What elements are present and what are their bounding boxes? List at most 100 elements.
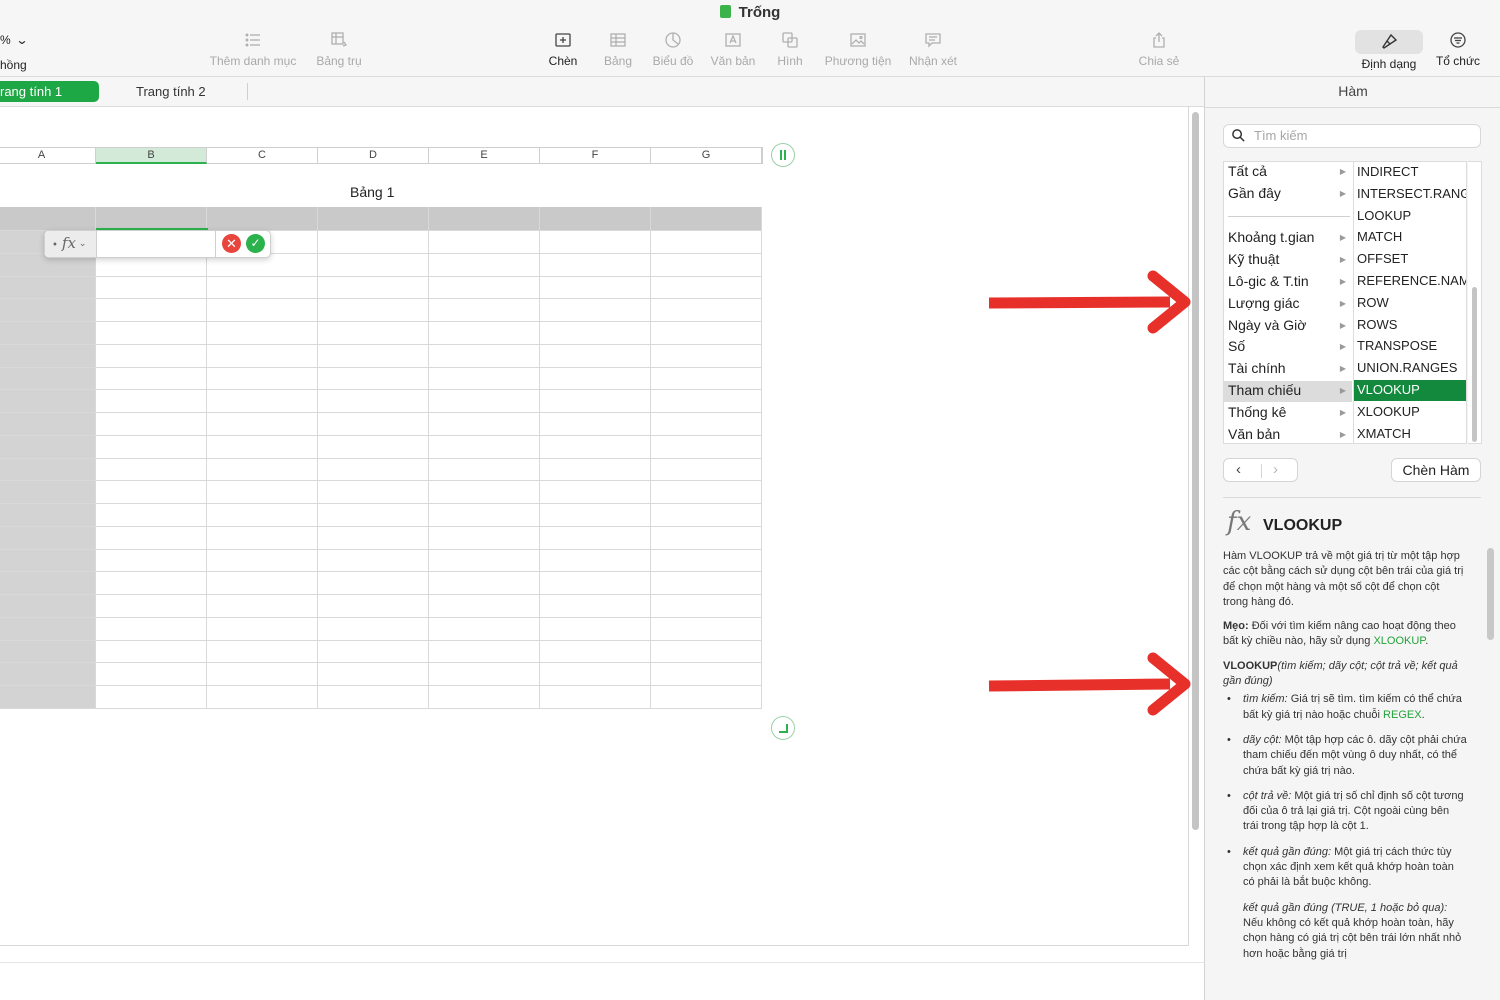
table-button[interactable]: Bảng (599, 30, 637, 68)
insert-button[interactable]: Chèn (543, 30, 583, 68)
column-header-e[interactable]: E (429, 147, 540, 164)
table-grid[interactable] (0, 207, 762, 709)
grid-line (0, 435, 762, 436)
insert-label: Chèn (548, 54, 578, 68)
chart-icon (665, 32, 681, 48)
grid-line (0, 708, 762, 709)
table-resize-handle[interactable] (771, 716, 795, 740)
column-header-g[interactable]: G (651, 147, 762, 164)
header-row[interactable] (0, 207, 762, 230)
category-item[interactable]: Lượng giác ▶ (1224, 294, 1352, 315)
tab-sheet-1[interactable]: rang tính 1 (0, 81, 99, 102)
format-button[interactable]: Định dạng (1355, 30, 1423, 71)
function-item[interactable]: ROWS (1354, 315, 1466, 336)
insert-function-button[interactable]: Chèn Hàm (1391, 458, 1481, 482)
header-column[interactable] (0, 230, 96, 708)
parameter-item: tìm kiếm: Giá trị sẽ tìm. tìm kiếm có th… (1223, 692, 1467, 723)
function-item[interactable]: REFERENCE.NAME (1354, 271, 1466, 292)
function-item[interactable]: TRANSPOSE (1354, 336, 1466, 357)
category-item[interactable]: Lô-gic & T.tin ▶ (1224, 272, 1352, 293)
column-header-a[interactable]: A (0, 147, 96, 164)
grid-line (0, 549, 762, 550)
parameter-name: cột trả về: (1243, 789, 1292, 802)
category-item[interactable]: Tham chiếu ▶ (1224, 381, 1352, 402)
category-item[interactable]: Văn bản ▶ (1224, 425, 1352, 446)
category-item[interactable]: Số ▶ (1224, 337, 1352, 358)
tip-end: . (1425, 635, 1429, 648)
function-search-input[interactable]: Tìm kiếm (1223, 124, 1481, 148)
column-header-f[interactable]: F (540, 147, 651, 164)
category-item[interactable]: Kỹ thuật ▶ (1224, 250, 1352, 271)
category-item[interactable]: Tài chính ▶ (1224, 359, 1352, 380)
grid-line (0, 662, 762, 663)
column-header-d[interactable]: D (318, 147, 429, 164)
share-button[interactable]: Chia sẻ (1136, 30, 1182, 68)
numbers-window: Trống % ⌄ hồng Thêm danh mục Bảng trụ Chè… (0, 0, 1500, 1000)
chart-button[interactable]: Biểu đồ (649, 30, 697, 68)
divider (1205, 107, 1500, 108)
pivot-table-button[interactable]: Bảng trụ (310, 30, 368, 68)
category-label: Gần đây (1228, 185, 1281, 201)
organize-button[interactable]: Tổ chức (1433, 30, 1483, 68)
function-item[interactable]: XLOOKUP (1354, 402, 1466, 423)
zoom-select[interactable]: % ⌄ (0, 33, 28, 47)
function-item[interactable]: UNION.RANGES (1354, 358, 1466, 379)
chevron-left-icon[interactable]: ‹ (1236, 461, 1241, 478)
disclosure-triangle-icon: ▶ (1339, 386, 1346, 395)
category-item[interactable]: Thống kê ▶ (1224, 403, 1352, 424)
regex-link[interactable]: REGEX (1383, 709, 1422, 721)
function-item[interactable]: INDIRECT (1354, 162, 1466, 183)
confirm-formula-button[interactable]: ✓ (246, 234, 265, 253)
function-item[interactable]: XMATCH (1354, 424, 1466, 443)
column-handle-button[interactable] (771, 143, 795, 167)
grid-line (0, 571, 762, 572)
zoom-label: hồng (0, 58, 27, 72)
text-box-label: Văn bản (710, 54, 756, 68)
parameter-name: tìm kiếm: (1243, 693, 1288, 706)
function-item[interactable]: VLOOKUP (1354, 380, 1466, 401)
function-item[interactable]: MATCH (1354, 227, 1466, 248)
category-item[interactable]: Gần đây ▶ (1224, 184, 1352, 205)
category-item[interactable]: Ngày và Giờ ▶ (1224, 316, 1352, 337)
category-item[interactable]: Khoảng t.gian ▶ (1224, 228, 1352, 249)
disclosure-triangle-icon: ▶ (1339, 189, 1346, 198)
vertical-scrollbar[interactable] (1192, 112, 1199, 830)
table-label: Bảng (603, 54, 633, 68)
tab-divider (247, 83, 248, 100)
column-header-b[interactable]: B (96, 147, 207, 164)
media-label: Phương tiện (824, 54, 892, 68)
text-box-icon (725, 33, 741, 47)
xlookup-link[interactable]: XLOOKUP (1373, 635, 1425, 647)
function-list-scrollbar[interactable] (1468, 161, 1482, 444)
grid-line (0, 640, 762, 641)
sidebar-title: Hàm (1338, 83, 1368, 99)
annotation-arrow-icon (988, 270, 1191, 334)
cancel-formula-button[interactable]: ✕ (222, 234, 241, 253)
description-scrollbar[interactable] (1487, 548, 1494, 640)
disclosure-triangle-icon: ▶ (1339, 233, 1346, 242)
divider (1223, 497, 1481, 498)
fx-icon: fx (1227, 507, 1252, 537)
tab-sheet-2[interactable]: Trang tính 2 (136, 84, 206, 99)
document-title-text: Trống (738, 4, 781, 21)
function-item[interactable]: LOOKUP (1354, 206, 1466, 227)
pivot-table-icon (331, 32, 348, 47)
add-category-button[interactable]: Thêm danh mục (206, 30, 300, 68)
media-button[interactable]: Phương tiện (822, 30, 894, 68)
numbers-file-icon (719, 5, 731, 18)
category-item[interactable]: Tất cả ▶ (1224, 162, 1352, 183)
comment-button[interactable]: Nhận xét (906, 30, 960, 68)
disclosure-triangle-icon: ▶ (1339, 342, 1346, 351)
formula-editor[interactable]: • fx ⌄ ✕ ✓ (44, 230, 271, 258)
zoom-value: % (0, 33, 11, 47)
format-label: Định dạng (1361, 57, 1417, 71)
function-item[interactable]: OFFSET (1354, 249, 1466, 270)
shape-button[interactable]: Hình (773, 30, 807, 68)
chevron-right-icon[interactable]: › (1273, 461, 1278, 478)
function-item[interactable]: ROW (1354, 293, 1466, 314)
text-box-button[interactable]: Văn bản (707, 30, 759, 68)
column-header-c[interactable]: C (207, 147, 318, 164)
function-item[interactable]: INTERSECT.RANGES (1354, 184, 1466, 205)
fx-menu-button[interactable]: • fx ⌄ (45, 231, 97, 257)
table-title[interactable]: Bảng 1 (350, 184, 394, 200)
